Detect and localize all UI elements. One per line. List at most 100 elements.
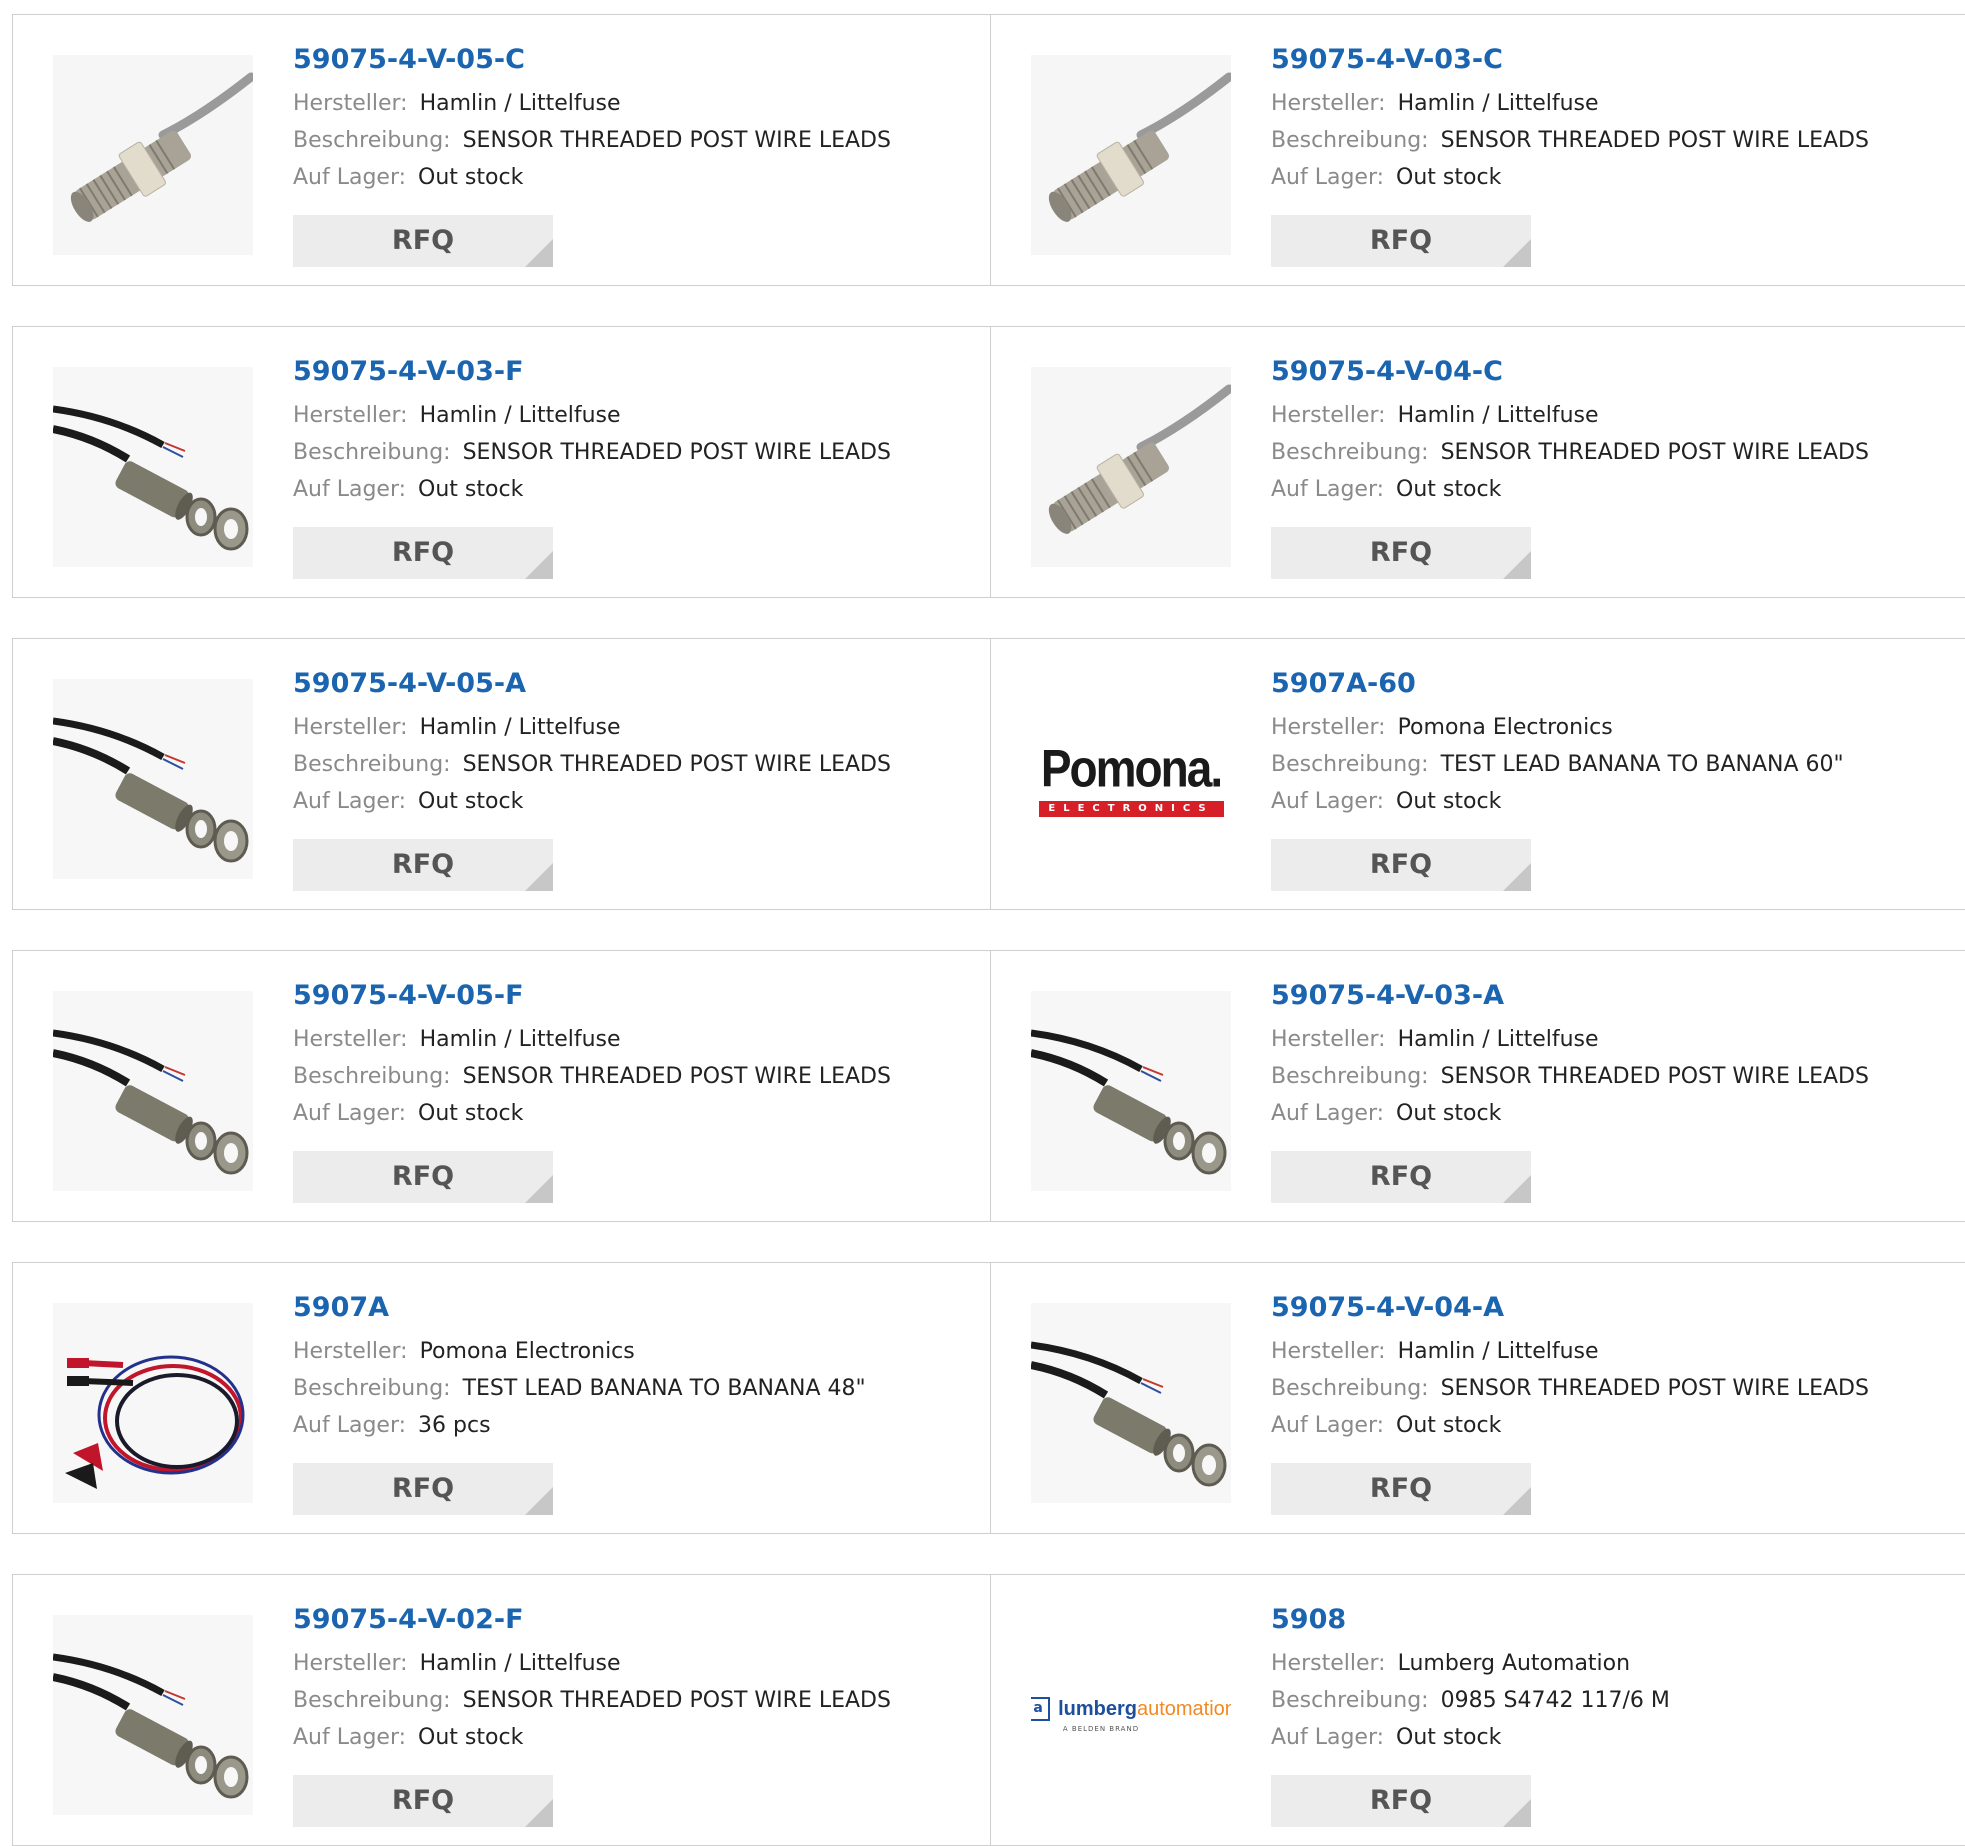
rfq-button[interactable]: RFQ [293, 839, 553, 891]
part-number-link[interactable]: 59075-4-V-05-C [293, 43, 891, 77]
rfq-button[interactable]: RFQ [293, 215, 553, 267]
stock-label: Auf Lager: [1271, 1413, 1385, 1438]
part-number-link[interactable]: 59075-4-V-05-F [293, 979, 891, 1013]
product-image[interactable] [53, 991, 253, 1191]
product-row: 5907A Hersteller: Pomona Electronics Besc… [12, 1262, 1965, 1534]
rfq-label: RFQ [391, 537, 455, 568]
stock-label: Auf Lager: [1271, 477, 1385, 502]
rfq-button[interactable]: RFQ [1271, 215, 1531, 267]
manufacturer-label: Hersteller: [293, 1339, 408, 1364]
product-card: 5907A Hersteller: Pomona Electronics Besc… [13, 1263, 990, 1533]
rfq-button[interactable]: RFQ [293, 1463, 553, 1515]
part-number-link[interactable]: 59075-4-V-03-A [1271, 979, 1869, 1013]
product-image[interactable] [1031, 367, 1231, 567]
product-info: 5908 Hersteller: Lumberg Automation Besch… [1271, 1603, 1670, 1756]
part-number-link[interactable]: 59075-4-V-05-A [293, 667, 891, 701]
rfq-button[interactable]: RFQ [293, 1151, 553, 1203]
description-line: Beschreibung: 0985 S4742 117/6 M [1271, 1682, 1670, 1719]
rfq-button[interactable]: RFQ [1271, 1151, 1531, 1203]
description-label: Beschreibung: [1271, 440, 1429, 465]
description-value: 0985 S4742 117/6 M [1440, 1688, 1670, 1713]
rfq-button[interactable]: RFQ [1271, 1775, 1531, 1827]
product-card: a lumberg automation A BELDEN BRAND 5908 … [991, 1575, 1965, 1845]
manufacturer-value: Hamlin / Littelfuse [1397, 1027, 1599, 1052]
stock-label: Auf Lager: [1271, 1101, 1385, 1126]
manufacturer-line: Hersteller: Lumberg Automation [1271, 1645, 1670, 1682]
stock-value: Out stock [1396, 477, 1502, 502]
description-line: Beschreibung: SENSOR THREADED POST WIRE L… [293, 1682, 891, 1719]
corner-triangle-icon [1503, 1487, 1531, 1515]
part-number-link[interactable]: 59075-4-V-04-A [1271, 1291, 1869, 1325]
product-row: 59075-4-V-05-F Hersteller: Hamlin / Litte… [12, 950, 1965, 1222]
product-image[interactable]: Pomona. ELECTRONICS [1031, 679, 1231, 879]
stock-line: Auf Lager: Out stock [293, 471, 891, 508]
part-number-link[interactable]: 59075-4-V-03-C [1271, 43, 1869, 77]
product-image[interactable] [1031, 55, 1231, 255]
rfq-label: RFQ [1369, 1473, 1433, 1504]
product-image[interactable] [53, 1303, 253, 1503]
corner-triangle-icon [525, 1799, 553, 1827]
part-number-link[interactable]: 5908 [1271, 1603, 1670, 1637]
product-card: 59075-4-V-03-C Hersteller: Hamlin / Litte… [991, 15, 1965, 285]
rfq-label: RFQ [391, 225, 455, 256]
manufacturer-label: Hersteller: [1271, 91, 1386, 116]
description-value: TEST LEAD BANANA TO BANANA 48" [462, 1376, 866, 1401]
description-value: SENSOR THREADED POST WIRE LEADS [1440, 1064, 1869, 1089]
description-line: Beschreibung: SENSOR THREADED POST WIRE L… [1271, 434, 1869, 471]
product-image[interactable] [1031, 991, 1231, 1191]
description-line: Beschreibung: SENSOR THREADED POST WIRE L… [1271, 122, 1869, 159]
stock-value: Out stock [418, 789, 524, 814]
product-card: 59075-4-V-05-C Hersteller: Hamlin / Litte… [13, 15, 990, 285]
product-image[interactable] [53, 679, 253, 879]
manufacturer-line: Hersteller: Hamlin / Littelfuse [293, 1021, 891, 1058]
manufacturer-label: Hersteller: [1271, 1651, 1386, 1676]
rfq-button[interactable]: RFQ [1271, 1463, 1531, 1515]
manufacturer-label: Hersteller: [1271, 403, 1386, 428]
stock-label: Auf Lager: [1271, 1725, 1385, 1750]
description-label: Beschreibung: [1271, 1376, 1429, 1401]
product-image[interactable] [1031, 1303, 1231, 1503]
manufacturer-value: Hamlin / Littelfuse [419, 403, 621, 428]
manufacturer-line: Hersteller: Hamlin / Littelfuse [1271, 85, 1869, 122]
stock-value: Out stock [418, 477, 524, 502]
stock-line: Auf Lager: Out stock [1271, 1407, 1869, 1444]
product-card: Pomona. ELECTRONICS 5907A-60 Hersteller:… [991, 639, 1965, 909]
part-number-link[interactable]: 59075-4-V-03-F [293, 355, 891, 389]
rfq-button[interactable]: RFQ [293, 527, 553, 579]
manufacturer-label: Hersteller: [293, 91, 408, 116]
description-line: Beschreibung: TEST LEAD BANANA TO BANANA … [1271, 746, 1844, 783]
stock-line: Auf Lager: Out stock [293, 783, 891, 820]
manufacturer-line: Hersteller: Hamlin / Littelfuse [1271, 1333, 1869, 1370]
stock-label: Auf Lager: [293, 165, 407, 190]
product-image[interactable] [53, 55, 253, 255]
product-image[interactable] [53, 1615, 253, 1815]
product-image[interactable]: a lumberg automation A BELDEN BRAND [1031, 1615, 1231, 1815]
manufacturer-label: Hersteller: [1271, 1027, 1386, 1052]
stock-line: Auf Lager: Out stock [293, 1719, 891, 1756]
part-number-link[interactable]: 59075-4-V-04-C [1271, 355, 1869, 389]
product-image[interactable] [53, 367, 253, 567]
product-info: 5907A Hersteller: Pomona Electronics Besc… [293, 1291, 866, 1444]
part-number-link[interactable]: 5907A [293, 1291, 866, 1325]
part-number-link[interactable]: 5907A-60 [1271, 667, 1844, 701]
manufacturer-value: Hamlin / Littelfuse [419, 715, 621, 740]
rfq-label: RFQ [391, 849, 455, 880]
rfq-button[interactable]: RFQ [293, 1775, 553, 1827]
part-number-link[interactable]: 59075-4-V-02-F [293, 1603, 891, 1637]
product-info: 59075-4-V-02-F Hersteller: Hamlin / Litte… [293, 1603, 891, 1756]
corner-triangle-icon [525, 1175, 553, 1203]
stock-value: Out stock [418, 1725, 524, 1750]
description-label: Beschreibung: [1271, 1688, 1429, 1713]
manufacturer-label: Hersteller: [1271, 1339, 1386, 1364]
manufacturer-line: Hersteller: Hamlin / Littelfuse [293, 85, 891, 122]
rfq-button[interactable]: RFQ [1271, 839, 1531, 891]
rfq-button[interactable]: RFQ [1271, 527, 1531, 579]
stock-label: Auf Lager: [293, 789, 407, 814]
stock-line: Auf Lager: Out stock [293, 1095, 891, 1132]
rfq-label: RFQ [1369, 1161, 1433, 1192]
manufacturer-line: Hersteller: Pomona Electronics [1271, 709, 1844, 746]
description-label: Beschreibung: [293, 440, 451, 465]
stock-value: Out stock [1396, 165, 1502, 190]
corner-triangle-icon [1503, 863, 1531, 891]
description-label: Beschreibung: [1271, 1064, 1429, 1089]
